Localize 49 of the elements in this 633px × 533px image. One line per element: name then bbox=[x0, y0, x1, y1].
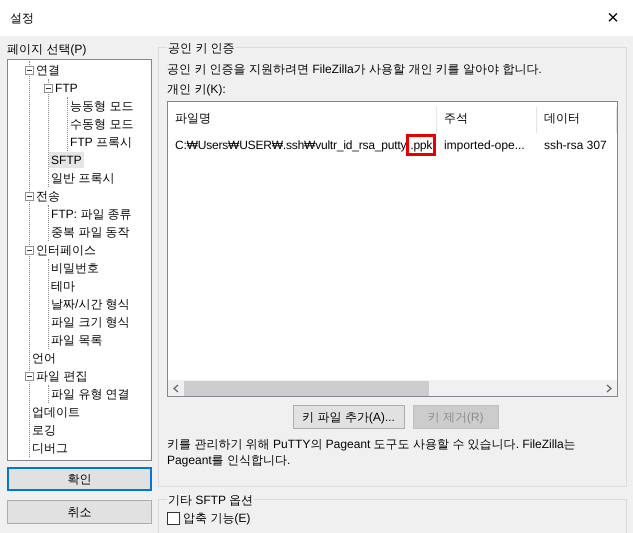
dialog-button[interactable]: 취소 bbox=[7, 500, 152, 524]
tree-item[interactable]: 파일 목록 bbox=[49, 332, 104, 348]
list-label: 개인 키(K): bbox=[167, 81, 227, 98]
file-path: C:₩Users₩USER₩.ssh₩vultr_id_rsa_putty bbox=[175, 137, 406, 154]
tree-item[interactable]: 업데이트 bbox=[30, 404, 82, 420]
tree-item[interactable]: 전송 bbox=[34, 188, 62, 204]
column-header[interactable]: 주석 bbox=[437, 107, 537, 133]
note-text: 키를 관리하기 위해 PuTTY의 Pageant 도구도 사용할 수 있습니다. FileZilla는 Pageant를 인식합니다. bbox=[167, 436, 577, 468]
tree-item[interactable]: 테마 bbox=[49, 278, 77, 294]
highlight-box: .ppk bbox=[406, 134, 436, 156]
tree-item[interactable]: FTP bbox=[53, 80, 80, 96]
column-header[interactable]: 파일명 bbox=[168, 107, 437, 133]
panel-label: 페이지 선택(P) bbox=[7, 41, 88, 58]
key-button[interactable]: 키 파일 추가(A)... bbox=[292, 405, 404, 429]
tree-item[interactable]: 중복 파일 동작 bbox=[49, 224, 132, 240]
scrollbar-thumb[interactable] bbox=[184, 380, 429, 396]
collapse-icon[interactable] bbox=[44, 84, 53, 92]
tree-item[interactable]: 로깅 bbox=[30, 422, 58, 438]
tree-item[interactable]: 언어 bbox=[30, 350, 58, 366]
table-cell-text: ssh-rsa 307 bbox=[543, 137, 608, 154]
tree-item[interactable]: FTP: 파일 종류 bbox=[49, 206, 134, 222]
tree-item[interactable]: 일반 프록시 bbox=[49, 170, 116, 186]
tree-item[interactable]: 비밀번호 bbox=[49, 260, 101, 276]
checkbox-label[interactable]: 압축 기능(E) bbox=[183, 509, 250, 527]
tree-item[interactable]: 파일 유형 연결 bbox=[49, 386, 132, 402]
tree-item[interactable]: 파일 편집 bbox=[34, 368, 90, 384]
tree-item[interactable]: 수동형 모드 bbox=[68, 116, 136, 132]
tree-item[interactable]: 연결 bbox=[34, 62, 62, 78]
tree-item[interactable]: FTP 프록시 bbox=[68, 134, 134, 150]
collapse-icon[interactable] bbox=[25, 246, 34, 254]
horizontal-scrollbar[interactable] bbox=[168, 380, 617, 396]
close-button[interactable]: × bbox=[603, 6, 623, 30]
column-header[interactable]: 데이터 bbox=[537, 107, 617, 133]
collapse-icon[interactable] bbox=[25, 192, 34, 200]
tree-item[interactable]: 디버그 bbox=[30, 440, 70, 456]
description-text: 공인 키 인증을 지원하려면 FileZilla가 사용할 개인 키를 알아야 합니다. bbox=[167, 61, 543, 78]
window-title: 설정 bbox=[10, 10, 34, 27]
tree-item[interactable]: 날짜/시간 형식 bbox=[49, 296, 132, 312]
tree-item[interactable]: 인터페이스 bbox=[34, 242, 98, 258]
scroll-left-icon[interactable] bbox=[173, 384, 179, 392]
checkbox[interactable] bbox=[167, 512, 180, 524]
collapse-icon[interactable] bbox=[25, 372, 34, 380]
tree-item[interactable]: 능동형 모드 bbox=[68, 98, 136, 114]
tree-item[interactable]: 파일 크기 형식 bbox=[49, 314, 132, 330]
table-cell-text: imported-ope... bbox=[443, 137, 526, 154]
collapse-icon[interactable] bbox=[25, 66, 34, 74]
dialog-button[interactable]: 확인 bbox=[7, 467, 152, 491]
tree-item[interactable]: SFTP bbox=[49, 152, 84, 168]
scroll-right-icon[interactable] bbox=[606, 384, 612, 392]
